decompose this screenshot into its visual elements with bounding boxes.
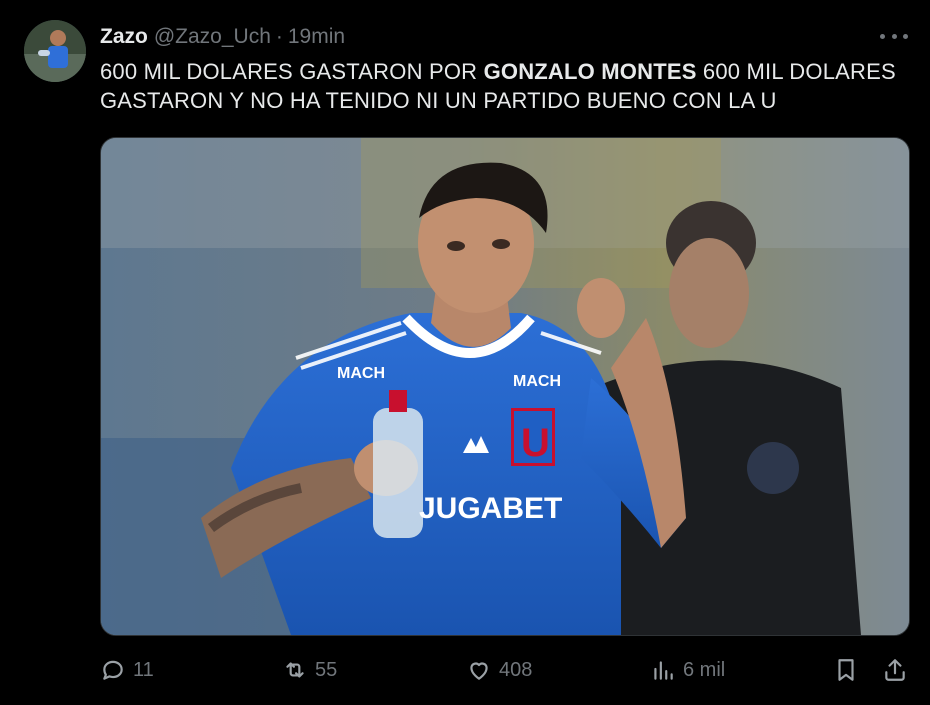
views-button[interactable]: 6 mil (650, 652, 725, 688)
tweet-actions: 11 55 408 6 mil (100, 652, 910, 688)
author-display-name[interactable]: Zazo (100, 25, 148, 49)
author-handle[interactable]: @Zazo_Uch (154, 25, 271, 49)
tweet-header: Zazo @Zazo_Uch · 19min (100, 22, 345, 52)
bookmark-icon (838, 659, 854, 681)
reply-count: 11 (133, 658, 154, 681)
views-chart-icon (654, 661, 673, 680)
jersey-sponsor-left: MACH (337, 365, 385, 382)
share-icon (885, 659, 905, 681)
views-count: 6 mil (683, 658, 726, 681)
heart-icon (470, 662, 488, 680)
header-separator: · (275, 25, 283, 48)
like-button[interactable]: 408 (466, 652, 532, 688)
tweet-text-part1: 600 MIL DOLARES GASTARON POR (100, 59, 484, 84)
tweet-text: 600 MIL DOLARES GASTARON POR GONZALO MON… (100, 57, 910, 115)
repost-button[interactable]: 55 (282, 652, 337, 688)
repost-count: 55 (315, 658, 338, 681)
reply-icon (103, 660, 123, 680)
reply-button[interactable]: 11 (100, 652, 154, 688)
repost-icon (286, 662, 304, 678)
share-button[interactable] (882, 652, 915, 688)
tweet-timestamp[interactable]: 19min (288, 25, 345, 49)
more-dots-icon[interactable] (880, 26, 908, 46)
tweet-card[interactable]: Zazo @Zazo_Uch · 19min 600 MIL DOLARES G… (0, 0, 930, 705)
jersey-sponsor-main: JUGABET (419, 492, 562, 525)
tweet-photo[interactable]: MACH MACH U JUGABET (100, 137, 910, 636)
avatar-image (24, 20, 86, 82)
jersey-crest-letter: U (521, 421, 550, 465)
like-count: 408 (499, 658, 533, 681)
tweet-text-bold: GONZALO MONTES (483, 59, 697, 84)
bookmark-button[interactable] (833, 652, 866, 688)
jersey-sponsor-top: MACH (513, 373, 561, 390)
avatar[interactable] (24, 20, 86, 82)
photo-illustration: MACH MACH U JUGABET (101, 138, 909, 635)
